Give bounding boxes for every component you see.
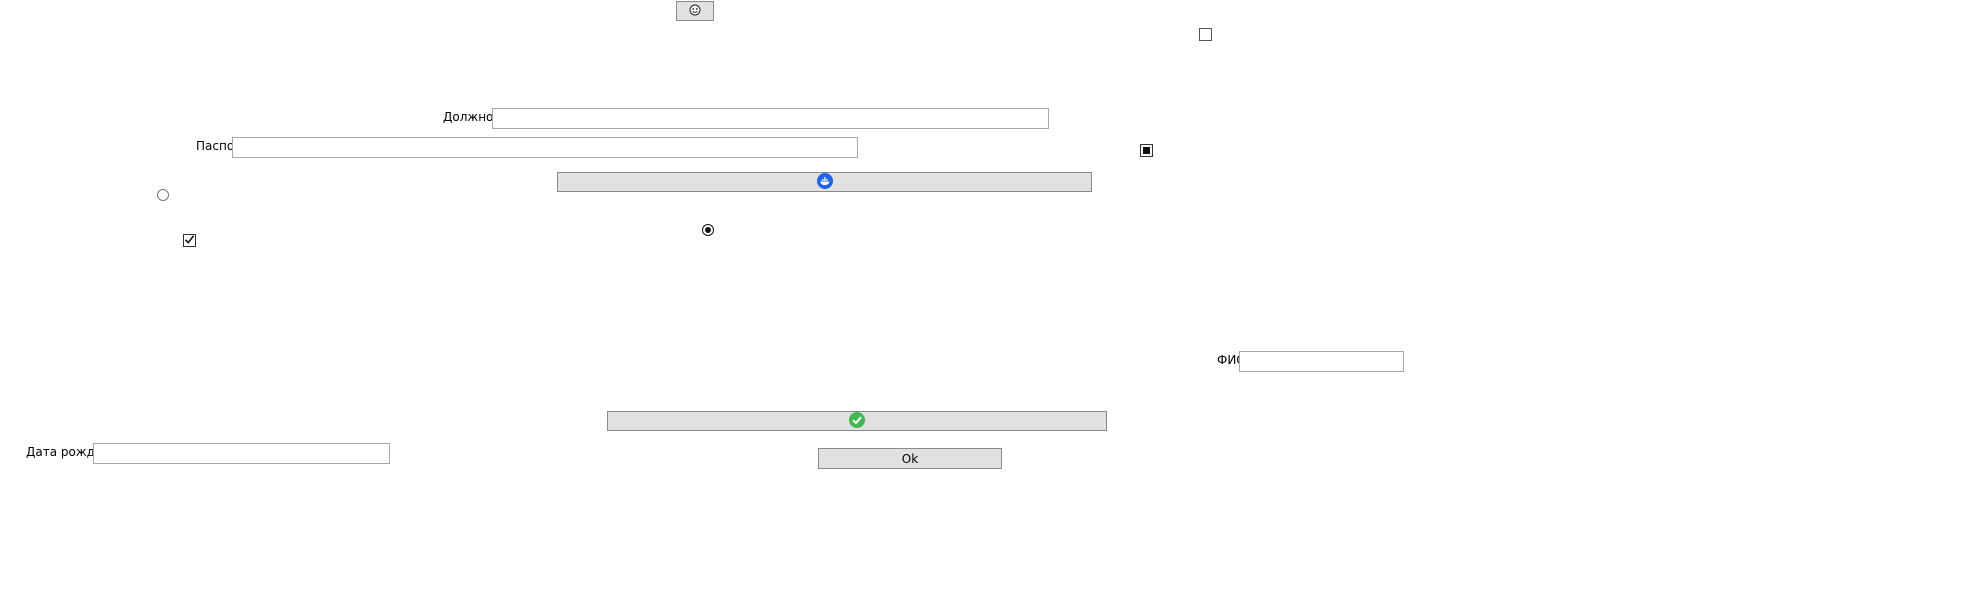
indeterminate-mark-icon [1143,147,1150,154]
smiley-face-icon [689,4,701,19]
docker-whale-icon [816,172,833,192]
birth-date-input[interactable] [93,443,390,464]
radio-left[interactable] [157,189,169,201]
checkbox-middle-right[interactable] [1140,144,1153,157]
ok-button-label: Ok [901,451,919,466]
radio-center[interactable] [702,224,714,236]
confirm-button[interactable] [607,411,1107,431]
full-name-input[interactable] [1239,351,1404,372]
checkbox-top-right[interactable] [1199,28,1212,41]
green-checkmark-icon [849,411,865,431]
docker-button[interactable] [557,172,1092,192]
smiley-button[interactable] [676,1,714,21]
radio-center-dot [705,227,711,233]
position-input[interactable] [492,108,1049,129]
check-mark-icon [184,234,195,248]
checkbox-left[interactable] [183,234,196,247]
ok-button[interactable]: Ok [818,448,1002,469]
passport-input[interactable] [232,137,858,158]
